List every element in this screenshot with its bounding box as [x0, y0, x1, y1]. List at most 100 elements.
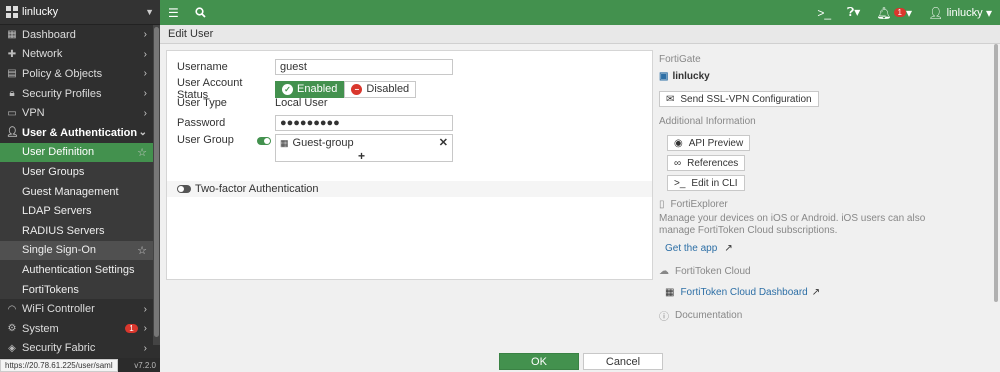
device-label: linlucky — [672, 71, 710, 82]
monitor-icon: ▭ — [7, 107, 17, 119]
chevron-down-icon: ▾ — [982, 5, 992, 20]
minus-circle-icon: − — [351, 83, 363, 95]
scrollbar-thumb[interactable] — [154, 27, 159, 337]
star-icon[interactable]: ☆ — [137, 146, 147, 159]
edit-user-form: Username User Account Status ✓ Enabled −… — [166, 50, 653, 280]
lock-icon: 🔒︎ — [9, 88, 15, 100]
api-preview-button[interactable]: ◉ API Preview — [667, 135, 751, 151]
plus-icon[interactable]: + — [358, 149, 365, 163]
link-icon: ∞ — [674, 157, 682, 169]
phone-icon: ▯ — [659, 199, 665, 210]
cancel-button[interactable]: Cancel — [583, 353, 663, 370]
bell-icon: 🔔︎ — [876, 5, 892, 20]
sidebar-item-label: RADIUS Servers — [22, 224, 105, 237]
cli-console-icon[interactable]: >_ — [809, 6, 839, 20]
chevron-right-icon: › — [143, 29, 147, 41]
sidebar-subitem-radius-servers[interactable]: RADIUS Servers — [0, 220, 153, 241]
disabled-button[interactable]: − Disabled — [344, 80, 417, 98]
fortitoken-title: ☁ FortiToken Cloud — [659, 266, 989, 277]
close-icon[interactable]: ✕ — [439, 136, 448, 149]
fortinet-logo-icon — [6, 6, 18, 18]
sidebar-item-label: Guest Management — [22, 185, 119, 198]
sidebar-scrollbar[interactable] — [153, 25, 160, 345]
sidebar-item-vpn[interactable]: ▭ VPN › — [0, 103, 153, 123]
user-icon: 👤︎ — [6, 127, 19, 139]
username-label: Username — [177, 61, 228, 73]
app-root: linlucky ▼ ▦ Dashboard › ✚ Network › ▤ P… — [0, 0, 1000, 372]
main-scrollbar[interactable] — [992, 44, 1000, 354]
sidebar-subitem-user-definition[interactable]: User Definition ☆ — [0, 142, 153, 163]
additional-info-title: Additional Information — [659, 116, 756, 127]
sidebar-item-user-authentication[interactable]: 👤︎ User & Authentication ⌄ — [0, 123, 153, 143]
cloud-icon: ☁ — [659, 266, 669, 277]
edit-cli-button[interactable]: >_ Edit in CLI — [667, 175, 745, 191]
documentation-label: Documentation — [675, 310, 743, 321]
sidebar-nav: ▦ Dashboard › ✚ Network › ▤ Policy & Obj… — [0, 25, 153, 358]
sidebar-item-policy-objects[interactable]: ▤ Policy & Objects › — [0, 64, 153, 84]
sidebar-subitem-authentication-settings[interactable]: Authentication Settings — [0, 260, 153, 280]
status-url: https://20.78.61.225/user/saml — [0, 359, 118, 372]
sidebar-subitem-user-groups[interactable]: User Groups — [0, 162, 153, 182]
documentation-title: ⓘ Documentation — [659, 308, 989, 323]
password-input[interactable] — [275, 115, 453, 131]
sidebar-subitem-fortitokens[interactable]: FortiTokens — [0, 279, 153, 300]
ok-button[interactable]: OK — [499, 353, 579, 370]
sidebar-item-system[interactable]: ⚙ System 1 › — [0, 319, 153, 339]
external-link-icon: ↗ — [724, 243, 733, 254]
network-icon: ✚ — [7, 48, 17, 60]
star-icon[interactable]: ☆ — [137, 244, 147, 257]
sidebar-item-security-fabric[interactable]: ◈ Security Fabric › — [0, 339, 153, 359]
sidebar-item-label: System — [22, 322, 59, 335]
help-circle-icon: ⓘ — [659, 312, 669, 323]
sidebar-item-label: User Groups — [22, 165, 85, 178]
version-label: v7.2.0 — [134, 360, 156, 370]
fortitoken-label: FortiToken Cloud — [675, 266, 751, 277]
fortiexplorer-label: FortiExplorer — [670, 199, 728, 210]
sidebar-header[interactable]: linlucky ▼ — [0, 0, 160, 25]
sidebar: linlucky ▼ ▦ Dashboard › ✚ Network › ▤ P… — [0, 0, 160, 372]
dashboard-grid-icon: ▦ — [665, 287, 675, 298]
api-preview-label: API Preview — [688, 137, 744, 149]
menu-icon[interactable]: ☰ — [160, 6, 187, 20]
sidebar-item-label: Dashboard — [22, 28, 76, 41]
user-avatar-icon: 👤︎ — [927, 5, 944, 20]
page-title-bar: Edit User — [160, 25, 1000, 44]
sidebar-item-wifi-controller[interactable]: ◠ WiFi Controller › — [0, 299, 153, 319]
sidebar-item-label: User Definition — [22, 146, 95, 159]
sidebar-subitem-guest-management[interactable]: Guest Management — [0, 181, 153, 202]
sidebar-subitem-single-sign-on[interactable]: Single Sign-On ☆ — [0, 240, 153, 261]
chevron-right-icon: › — [143, 303, 147, 315]
username-row: Username — [177, 59, 453, 75]
chevron-right-icon: › — [143, 342, 147, 354]
fortitoken-dashboard-link[interactable]: FortiToken Cloud Dashboard — [680, 287, 807, 298]
sidebar-item-dashboard[interactable]: ▦ Dashboard › — [0, 25, 153, 45]
send-ssl-vpn-button[interactable]: ✉ Send SSL-VPN Configuration — [659, 91, 819, 107]
username-label: linlucky — [946, 6, 983, 19]
scrollbar-thumb[interactable] — [994, 44, 998, 302]
topbar: ☰ >_ ❓︎▾ 🔔︎ 1 ▾ 👤︎ linlucky ▾ — [160, 0, 1000, 25]
notifications-button[interactable]: 🔔︎ 1 ▾ — [868, 6, 920, 20]
sidebar-subitem-ldap-servers[interactable]: LDAP Servers — [0, 201, 153, 221]
sidebar-item-security-profiles[interactable]: 🔒︎ Security Profiles › — [0, 84, 153, 104]
user-group-select[interactable]: ▦ Guest-group ✕ + — [275, 134, 453, 163]
sidebar-item-label: Security Fabric — [22, 342, 96, 355]
enabled-button[interactable]: ✓ Enabled — [275, 80, 345, 98]
sidebar-item-label: LDAP Servers — [22, 205, 92, 218]
fortigate-section-title: FortiGate — [659, 54, 701, 65]
user-group-toggle[interactable] — [257, 137, 271, 145]
sidebar-item-network[interactable]: ✚ Network › — [0, 45, 153, 65]
username-input[interactable] — [275, 59, 453, 75]
two-factor-toggle[interactable] — [177, 185, 191, 193]
envelope-icon: ✉ — [666, 93, 675, 105]
user-menu-button[interactable]: 👤︎ linlucky ▾ — [920, 6, 1000, 20]
chevron-down-icon: ⌄ — [138, 127, 147, 139]
get-app-link[interactable]: Get the app — [665, 243, 717, 254]
references-button[interactable]: ∞ References — [667, 155, 746, 171]
sidebar-item-label: WiFi Controller — [22, 303, 95, 316]
help-icon[interactable]: ❓︎▾ — [839, 5, 868, 20]
two-factor-label: Two-factor Authentication — [195, 183, 319, 195]
user-group-label: User Group — [177, 134, 234, 146]
chevron-down-icon: ▼ — [145, 7, 154, 17]
eye-icon: ◉ — [674, 137, 683, 149]
search-icon[interactable] — [187, 7, 214, 18]
